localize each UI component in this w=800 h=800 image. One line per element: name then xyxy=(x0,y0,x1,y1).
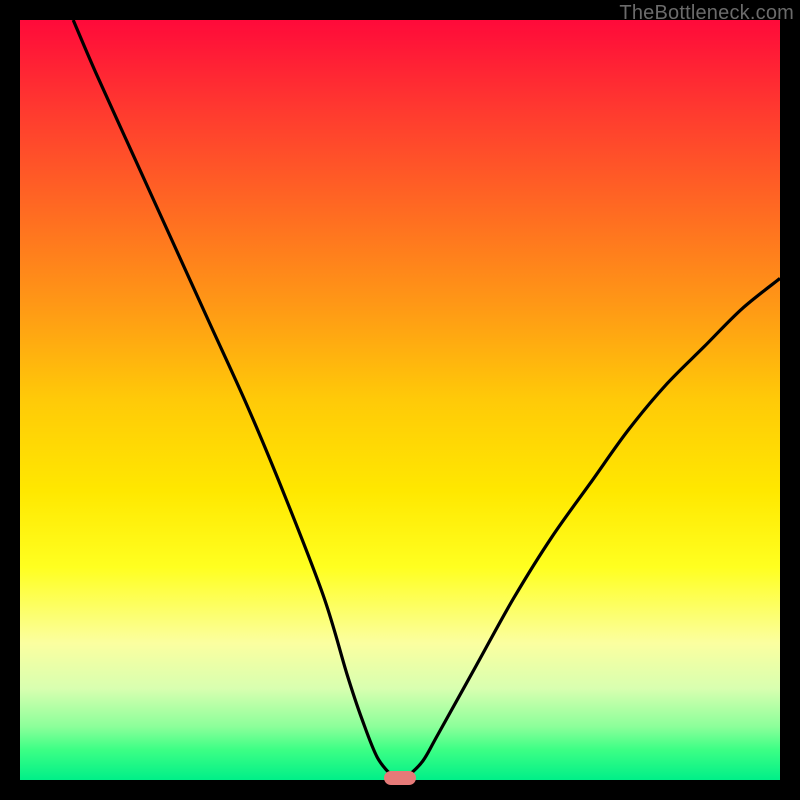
plot-area xyxy=(20,20,780,780)
bottleneck-curve xyxy=(20,20,780,780)
curve-path xyxy=(73,20,780,780)
optimal-point-marker xyxy=(384,771,416,785)
chart-frame: TheBottleneck.com xyxy=(0,0,800,800)
watermark-text: TheBottleneck.com xyxy=(619,2,794,25)
